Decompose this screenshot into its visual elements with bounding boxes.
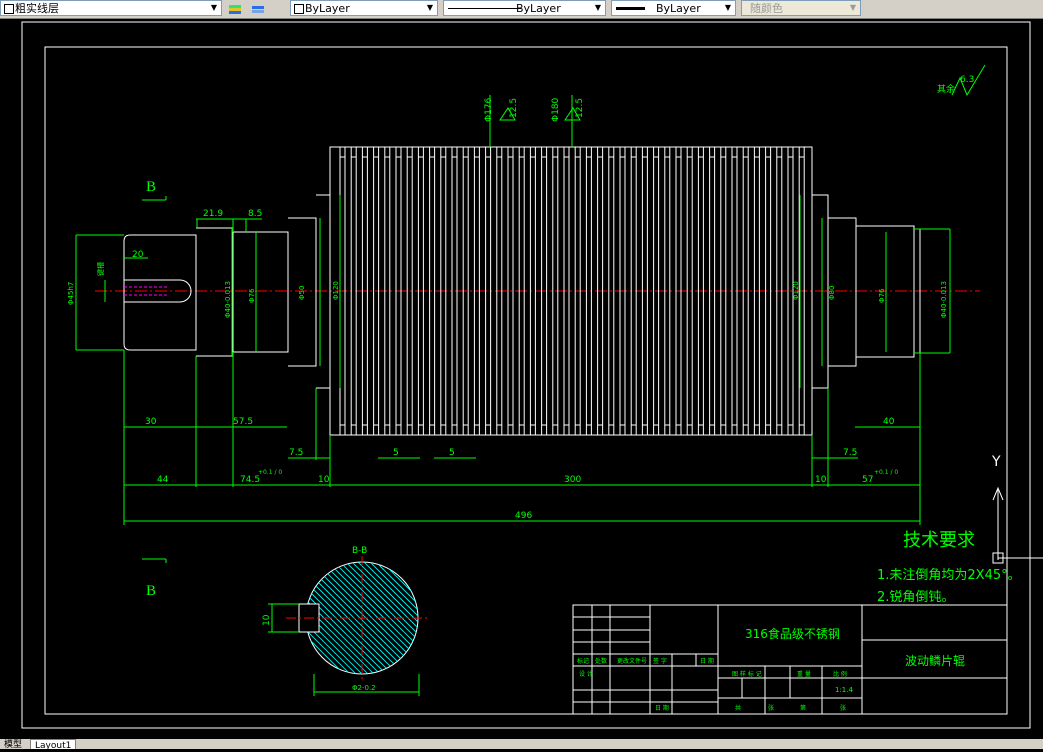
layer-value: 粗实线层 — [15, 2, 59, 15]
label-scale: 比 例 — [833, 670, 847, 678]
label-sheet-b: 张 — [840, 704, 846, 712]
label-no: 第 — [800, 704, 806, 712]
roller-grooves — [339, 147, 805, 435]
dim-74-5-tol: +0.1 / 0 — [258, 469, 282, 476]
dim-phi76-right: Φ76 — [878, 288, 886, 303]
dim-30: 30 — [145, 417, 157, 427]
dim-phi40-left: Φ40-0.013 — [224, 281, 232, 318]
tab-model[interactable]: 模型 — [0, 739, 26, 750]
drawing-canvas[interactable]: Y B B B-B 其余 6.3 12.5 12.5 Φ176 Φ180 21.… — [0, 18, 1043, 739]
dim-57: 57 — [862, 475, 873, 485]
material-label: 316食品级不锈钢 — [745, 626, 840, 641]
dim-57-tol: +0.1 / 0 — [874, 469, 898, 476]
dim-phi76-left: Φ76 — [248, 288, 256, 303]
dim-phi80-right: Φ80 — [828, 286, 836, 300]
view-label-b-bottom: B — [146, 583, 156, 599]
header-date: 日 期 — [700, 657, 714, 665]
linetype-preview — [448, 8, 521, 9]
properties-toolbar: 粗实线层 ▼ ByLayer ▼ ByLayer ▼ ByLayer ▼ 随颜色… — [0, 0, 1043, 19]
layer-dropdown[interactable]: 粗实线层 ▼ — [0, 0, 222, 16]
header-sign: 签 字 — [653, 657, 667, 665]
roughness-note: 其余 — [937, 83, 955, 95]
scale-value: 1:1.4 — [835, 686, 853, 694]
lineweight-preview — [616, 7, 645, 10]
dim-5-b: 5 — [449, 448, 455, 458]
dim-7-5-left: 7.5 — [289, 448, 303, 458]
row-design: 设 计 — [579, 670, 593, 678]
dim-496: 496 — [515, 511, 532, 521]
section-view-bb — [268, 556, 430, 696]
label-sheet-a: 张 — [768, 704, 774, 712]
dim-10-right: 10 — [815, 475, 827, 485]
dim-top-2: Φ180 — [551, 97, 561, 122]
layout-tabs-bar: 模型 Layout1 — [0, 739, 1043, 751]
label-drawing-mark: 图 样 标 记 — [732, 670, 762, 678]
header-mark: 标记 — [577, 657, 589, 665]
dim-phi45-left: Φ45h7 — [67, 282, 75, 305]
dim-key-label: 键槽 — [96, 262, 105, 276]
tech-requirement-2: 2.锐角倒钝。 — [877, 590, 954, 605]
chevron-down-icon: ▼ — [594, 3, 602, 12]
tab-layout1[interactable]: Layout1 — [30, 739, 77, 751]
section-label: B-B — [352, 546, 367, 556]
ucs-y-label: Y — [991, 454, 1001, 470]
ucs-icon — [992, 486, 1043, 564]
chevron-down-icon: ▼ — [849, 3, 857, 12]
dim-5-a: 5 — [393, 448, 399, 458]
roughness-top-1: 12.5 — [509, 98, 519, 118]
chevron-down-icon: ▼ — [724, 3, 732, 12]
dim-section-diameter: Φ2-0.2 — [352, 684, 376, 692]
dim-top-1: Φ176 — [484, 97, 494, 122]
linetype-dropdown[interactable]: ByLayer ▼ — [443, 0, 606, 16]
label-total: 共 — [735, 704, 741, 712]
dim-phi120-left: Φ120 — [332, 281, 340, 300]
header-change-doc: 更改文件号 — [617, 657, 647, 665]
label-weight: 重 量 — [797, 670, 811, 678]
dim-300: 300 — [564, 475, 581, 485]
color-dropdown[interactable]: ByLayer ▼ — [290, 0, 438, 16]
layer-previous-icon[interactable] — [250, 1, 266, 15]
dim-7-5-right: 7.5 — [843, 448, 857, 458]
color-value: ByLayer — [305, 2, 350, 15]
part-name: 波动鳞片辊 — [905, 654, 965, 668]
dim-44: 44 — [157, 475, 169, 485]
tech-requirements-title: 技术要求 — [903, 530, 975, 551]
plotstyle-dropdown[interactable]: 随颜色 ▼ — [741, 0, 861, 16]
lineweight-value: ByLayer — [656, 2, 701, 15]
dim-57-5: 57.5 — [233, 417, 253, 427]
color-swatch — [294, 4, 304, 14]
dim-8-5: 8.5 — [248, 209, 262, 219]
view-label-b-top: B — [146, 179, 156, 195]
plotstyle-value: 随颜色 — [750, 2, 783, 15]
paper-border — [21, 21, 1031, 729]
lineweight-dropdown[interactable]: ByLayer ▼ — [611, 0, 736, 16]
linetype-value: ByLayer — [516, 2, 561, 15]
roughness-top-2: 12.5 — [575, 98, 585, 118]
row-date: 日 期 — [655, 704, 669, 712]
dim-phi50-left: Φ50 — [298, 286, 306, 300]
chevron-down-icon: ▼ — [426, 3, 434, 12]
header-count: 处数 — [595, 657, 607, 665]
roughness-value: 6.3 — [960, 75, 974, 85]
chevron-down-icon: ▼ — [210, 3, 218, 12]
dim-74-5: 74.5 — [240, 475, 260, 485]
dim-21-9: 21.9 — [203, 209, 223, 219]
tech-requirement-1: 1.未注倒角均为2X45°。 — [877, 568, 1021, 583]
dim-key-10: 10 — [262, 614, 272, 626]
dim-10-left: 10 — [318, 475, 330, 485]
dim-phi40-right: Φ40-0.013 — [940, 281, 948, 318]
make-layer-current-icon[interactable] — [227, 1, 243, 15]
dim-40: 40 — [883, 417, 895, 427]
layer-color-swatch — [4, 4, 14, 14]
dim-20: 20 — [132, 250, 144, 260]
dim-phi120-right: Φ120 — [792, 281, 800, 300]
